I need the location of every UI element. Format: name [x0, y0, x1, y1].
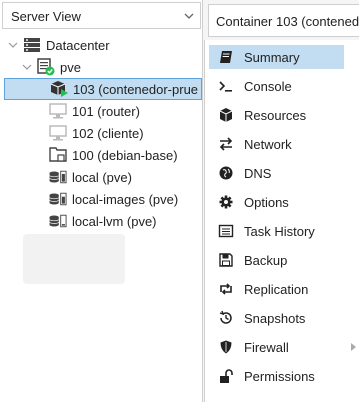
retweet-icon	[217, 281, 235, 297]
nav-item-label: Snapshots	[244, 310, 306, 326]
nav-item-permissions[interactable]: Permissions	[209, 364, 344, 388]
nav-item-backup[interactable]: Backup	[209, 248, 344, 272]
nav-item-options[interactable]: Options	[209, 190, 344, 214]
nav-item-firewall[interactable]: Firewall	[209, 335, 356, 359]
tree-node-local[interactable]: local (pve)	[48, 166, 132, 188]
history-icon	[217, 310, 235, 326]
nav-item-summary[interactable]: Summary	[209, 45, 344, 69]
node-online-icon	[36, 58, 56, 76]
tree-node-label: local (pve)	[72, 169, 132, 185]
shield-icon	[217, 339, 235, 355]
gear-icon	[217, 194, 235, 210]
nav-item-label: Replication	[244, 281, 309, 297]
tree-node-label: Datacenter	[46, 37, 110, 53]
resource-tree-panel: Server View Datacenter pve 103 (contened…	[0, 0, 203, 402]
storage-icon	[48, 212, 68, 230]
monitor-icon	[48, 124, 68, 142]
chevron-down-icon	[184, 13, 194, 19]
tree-node-103[interactable]: 103 (contenedor-prue	[4, 78, 202, 100]
tree-node-label: 102 (cliente)	[72, 125, 144, 141]
tree-node-label: 101 (router)	[72, 103, 140, 119]
nav-item-label: Firewall	[244, 339, 289, 355]
tree-node-label: pve	[60, 59, 81, 75]
nav-item-task-history[interactable]: Task History	[209, 219, 344, 243]
tree-node-label: 103 (contenedor-prue	[73, 81, 199, 97]
nav-item-dns[interactable]: DNS	[209, 161, 344, 185]
container-running-icon	[49, 80, 69, 98]
nav-item-snapshots[interactable]: Snapshots	[209, 306, 344, 330]
tree-empty-area	[23, 234, 125, 284]
nav-item-resources[interactable]: Resources	[209, 103, 344, 127]
tree-node-102[interactable]: 102 (cliente)	[48, 122, 144, 144]
terminal-icon	[217, 78, 235, 94]
nav-item-label: Console	[244, 78, 292, 94]
template-icon	[48, 146, 68, 164]
tree-node-pve[interactable]: pve	[22, 56, 81, 78]
tree-node-local-lvm[interactable]: local-lvm (pve)	[48, 210, 157, 232]
view-selector-value: Server View	[11, 9, 81, 24]
nav-item-label: Summary	[244, 49, 300, 65]
tree-node-101[interactable]: 101 (router)	[48, 100, 140, 122]
tree-node-100[interactable]: 100 (debian-base)	[48, 144, 178, 166]
tree-node-local-images[interactable]: local-images (pve)	[48, 188, 178, 210]
nav-item-network[interactable]: Network	[209, 132, 344, 156]
nav-item-label: Permissions	[244, 368, 315, 384]
floppy-icon	[217, 252, 235, 268]
collapse-icon[interactable]	[22, 62, 32, 72]
storage-icon	[48, 190, 68, 208]
tree-node-datacenter[interactable]: Datacenter	[8, 34, 110, 56]
nav-item-label: Options	[244, 194, 289, 210]
unlock-icon	[217, 368, 235, 384]
nav-item-label: Resources	[244, 107, 307, 123]
nav-item-replication[interactable]: Replication	[209, 277, 344, 301]
submenu-arrow-icon[interactable]	[351, 343, 356, 351]
nav-item-label: Backup	[244, 252, 288, 268]
nav-item-label: Task History	[244, 223, 315, 239]
content-title-bar: Container 103 (contenedor-prueba) on nod…	[208, 4, 359, 37]
container-nav-menu: Summary Console Resources Network DNS Op…	[204, 40, 359, 402]
tree-node-label: local-lvm (pve)	[72, 213, 157, 229]
view-selector[interactable]: Server View	[2, 2, 201, 29]
page-title: Container 103 (contenedor-prueba) on nod…	[216, 14, 359, 29]
cube-icon	[217, 107, 235, 123]
tree-node-label: 100 (debian-base)	[72, 147, 178, 163]
monitor-icon	[48, 102, 68, 120]
nav-item-label: DNS	[244, 165, 272, 181]
server-rack-icon	[22, 36, 42, 54]
book-icon	[217, 49, 235, 65]
nav-item-label: Network	[244, 136, 292, 152]
tree-node-label: local-images (pve)	[72, 191, 179, 207]
exchange-icon	[217, 136, 235, 152]
content-panel: Container 103 (contenedor-prueba) on nod…	[204, 0, 359, 402]
globe-icon	[217, 165, 235, 181]
storage-icon	[48, 168, 68, 186]
nav-item-console[interactable]: Console	[209, 74, 344, 98]
list-icon	[217, 223, 235, 239]
collapse-icon[interactable]	[8, 40, 18, 50]
